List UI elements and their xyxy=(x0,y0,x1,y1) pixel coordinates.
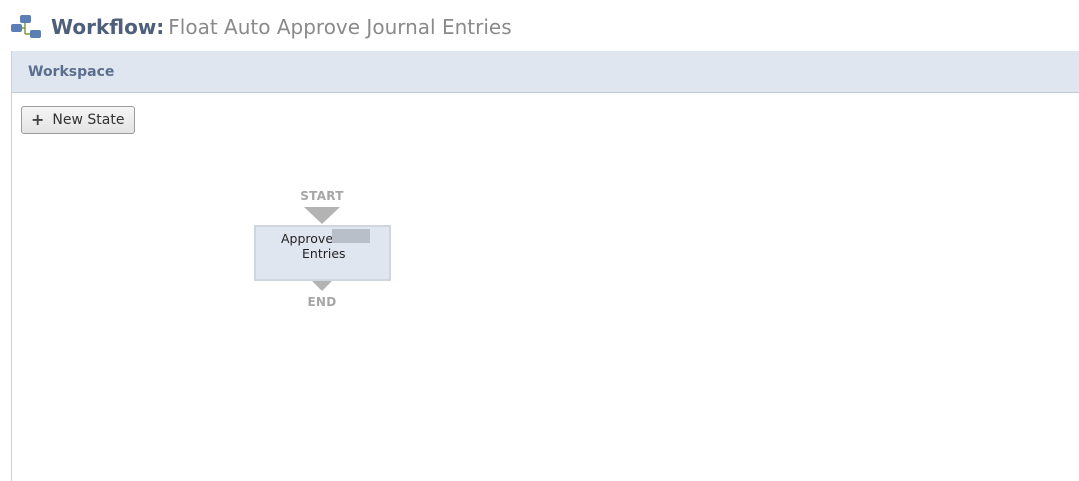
state-name-line1: Approve xyxy=(281,231,334,246)
new-state-button-label: New State xyxy=(52,112,125,128)
workspace-title: Workspace xyxy=(28,63,115,80)
state-name-line2: Entries xyxy=(302,246,346,261)
workspace-header: Workspace xyxy=(12,51,1079,93)
page-header: Workflow: Float Auto Approve Journal Entr… xyxy=(10,12,512,42)
page-title: Workflow: Float Auto Approve Journal Entr… xyxy=(51,15,512,39)
workflow-state-node[interactable]: Approve Entries xyxy=(254,225,391,281)
page-title-label: Workflow: xyxy=(51,15,165,39)
page-title-value: Float Auto Approve Journal Entries xyxy=(168,15,512,39)
start-arrow-icon xyxy=(304,207,340,224)
end-arrow-icon xyxy=(312,281,332,291)
end-label: END xyxy=(307,295,337,309)
start-label: START xyxy=(300,189,344,203)
workspace-panel: Workspace + New State xyxy=(11,51,1079,481)
plus-icon: + xyxy=(31,110,45,129)
redacted-text xyxy=(332,229,370,243)
workflow-page: Workflow: Float Auto Approve Journal Entr… xyxy=(0,0,1079,481)
new-state-button[interactable]: + New State xyxy=(21,106,136,134)
workflow-icon xyxy=(10,14,42,40)
